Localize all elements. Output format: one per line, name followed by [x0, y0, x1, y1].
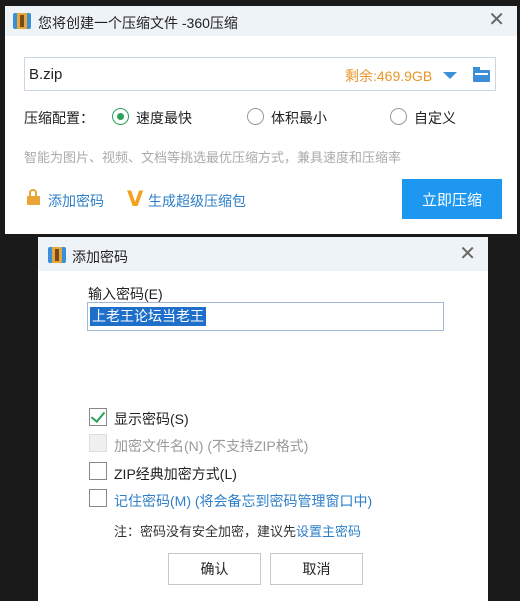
v-icon: V — [127, 187, 144, 211]
add-password-link[interactable]: 添加密码 — [48, 191, 104, 211]
title-bar: 您将创建一个压缩文件 -360压缩 ✕ — [5, 6, 517, 36]
zip-classic-checkbox[interactable] — [89, 462, 107, 480]
compress-dialog: 您将创建一个压缩文件 -360压缩 ✕ B.zip 剩余:469.9GB 压缩配… — [5, 6, 517, 234]
lock-icon[interactable] — [27, 189, 41, 205]
title-bar: 添加密码 ✕ — [38, 237, 488, 271]
security-note: 注：密码没有安全加密，建议先设置主密码 — [114, 521, 361, 540]
close-icon[interactable]: ✕ — [488, 10, 505, 30]
close-icon[interactable]: ✕ — [459, 244, 476, 264]
radio-fastest[interactable] — [112, 108, 129, 125]
radio-custom-label[interactable]: 自定义 — [414, 108, 456, 128]
zip-classic-label[interactable]: ZIP经典加密方式(L) — [114, 464, 237, 484]
radio-smallest-label[interactable]: 体积最小 — [271, 108, 327, 128]
config-label: 压缩配置： — [24, 110, 94, 126]
free-space-text: 剩余:469.9GB — [345, 68, 433, 84]
filename-text[interactable]: B.zip — [29, 66, 62, 83]
encrypt-filename-checkbox — [89, 434, 107, 452]
remember-password-checkbox[interactable] — [89, 489, 107, 507]
cancel-button[interactable]: 取消 — [270, 553, 363, 585]
radio-smallest[interactable] — [247, 108, 264, 125]
show-password-checkbox[interactable] — [89, 407, 107, 426]
password-label: 输入密码(E) — [88, 286, 163, 302]
set-master-password-link[interactable]: 设置主密码 — [296, 524, 361, 539]
note-text: 注：密码没有安全加密，建议先 — [114, 524, 297, 539]
archive-app-icon — [13, 13, 31, 29]
window-title: 您将创建一个压缩文件 -360压缩 — [38, 15, 238, 31]
archive-app-icon — [48, 247, 66, 263]
compress-now-button[interactable]: 立即压缩 — [402, 179, 502, 219]
folder-icon[interactable] — [473, 67, 490, 82]
dialog-title: 添加密码 — [72, 249, 128, 265]
hint-text: 智能为图片、视频、文档等挑选最优压缩方式，兼具速度和压缩率 — [24, 150, 402, 165]
radio-custom[interactable] — [390, 108, 407, 125]
password-input[interactable]: 上老王论坛当老王 — [87, 302, 444, 331]
encrypt-filename-label: 加密文件名(N) (不支持ZIP格式) — [114, 438, 309, 454]
super-package-link[interactable]: 生成超级压缩包 — [148, 191, 246, 211]
remember-password-label[interactable]: 记住密码(M) (将会备忘到密码管理窗口中) — [114, 491, 372, 511]
chevron-down-icon[interactable] — [443, 72, 457, 79]
output-path-field[interactable]: B.zip 剩余:469.9GB — [24, 57, 496, 91]
show-password-label[interactable]: 显示密码(S) — [114, 409, 189, 429]
ok-button[interactable]: 确认 — [168, 553, 261, 585]
password-value[interactable]: 上老王论坛当老王 — [90, 307, 206, 326]
password-dialog: 添加密码 ✕ 输入密码(E) 上老王论坛当老王 显示密码(S) 加密文件名(N)… — [38, 237, 488, 601]
radio-fastest-label[interactable]: 速度最快 — [136, 108, 192, 128]
